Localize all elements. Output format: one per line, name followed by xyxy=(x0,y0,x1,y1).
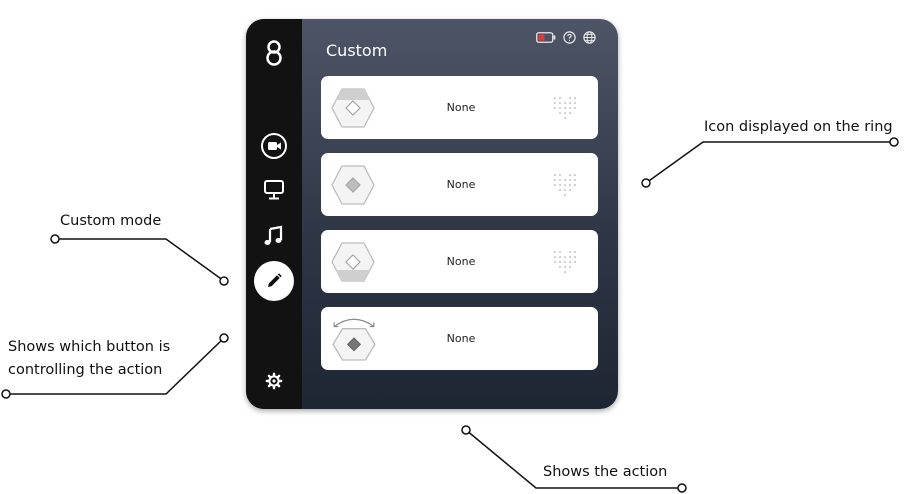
action-card-rotate[interactable]: None xyxy=(321,307,598,370)
callout-custom-mode: Custom mode xyxy=(60,213,162,229)
sidebar-item-video[interactable] xyxy=(254,126,294,166)
sidebar-item-custom[interactable] xyxy=(254,261,294,301)
video-icon xyxy=(261,133,287,159)
sidebar-item-music[interactable] xyxy=(254,216,294,256)
gear-icon xyxy=(265,372,283,390)
sidebar xyxy=(246,19,302,409)
action-label: None xyxy=(446,332,476,345)
sidebar-item-presentation[interactable] xyxy=(254,170,294,210)
app-window: Custom None None None None xyxy=(246,19,618,409)
pencil-icon xyxy=(268,273,282,287)
action-label: None xyxy=(446,178,476,191)
callout-button-line2: controlling the action xyxy=(8,362,163,378)
ring-dots-icon xyxy=(554,174,576,196)
page-title: Custom xyxy=(326,41,388,60)
ring-dots-icon xyxy=(554,251,576,273)
callout-button-line1: Shows which button is xyxy=(8,339,171,355)
sidebar-settings-button[interactable] xyxy=(254,361,294,401)
help-icon[interactable] xyxy=(563,31,576,44)
action-label: None xyxy=(446,255,476,268)
globe-icon[interactable] xyxy=(583,31,596,44)
music-icon xyxy=(264,225,283,245)
action-card-center[interactable]: None xyxy=(321,153,598,216)
button-hex-bottom-icon xyxy=(331,242,375,282)
action-card-top[interactable]: None xyxy=(321,76,598,139)
button-hex-top-icon xyxy=(331,88,375,128)
button-hex-rotate-icon xyxy=(332,318,376,361)
callout-ring-icon: Icon displayed on the ring xyxy=(704,119,893,135)
action-label: None xyxy=(446,101,476,114)
battery-icon xyxy=(536,32,556,43)
logo-icon xyxy=(264,39,284,67)
callout-action: Shows the action xyxy=(543,464,668,480)
monitor-icon xyxy=(264,180,284,200)
action-card-bottom[interactable]: None xyxy=(321,230,598,293)
ring-dots-icon xyxy=(554,97,576,119)
button-hex-center-icon xyxy=(331,165,375,205)
top-bar-icons xyxy=(536,31,596,44)
